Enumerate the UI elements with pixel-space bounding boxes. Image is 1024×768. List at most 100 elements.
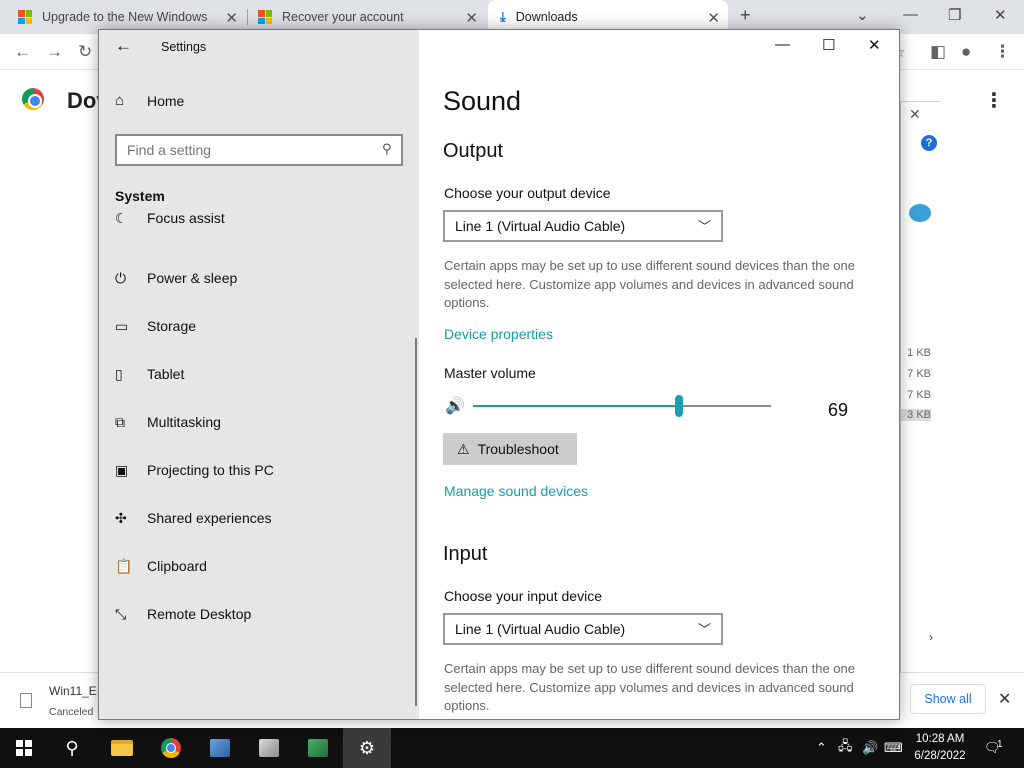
nav-item-label: Tablet bbox=[147, 366, 185, 382]
chrome-logo-icon bbox=[22, 88, 44, 110]
output-device-label: Choose your output device bbox=[444, 185, 611, 201]
more-options-icon[interactable]: ⋮ bbox=[984, 88, 1004, 113]
back-icon[interactable]: ← bbox=[115, 36, 132, 56]
side-panel-icon[interactable]: ◧ bbox=[930, 42, 946, 62]
slider-thumb[interactable] bbox=[675, 395, 683, 417]
nav-item-remote-desktop[interactable]: ⤡ Remote Desktop bbox=[115, 594, 251, 634]
settings-nav-pane: ← Settings ⌂ Home ⚲ System ☾ Focus assis… bbox=[99, 30, 419, 719]
close-tab-icon[interactable]: ✕ bbox=[707, 9, 720, 27]
output-device-dropdown[interactable]: Line 1 (Virtual Audio Cable) ﹀ bbox=[443, 210, 723, 242]
nav-item-label: Shared experiences bbox=[147, 510, 272, 526]
input-note: Certain apps may be set up to use differ… bbox=[444, 661, 855, 713]
power-icon: ⏻ bbox=[115, 269, 127, 286]
settings-app-icon[interactable]: ⚙ bbox=[343, 728, 391, 768]
minimize-icon[interactable]: — bbox=[903, 6, 918, 23]
network-icon[interactable]: 🖧 bbox=[838, 728, 853, 768]
input-device-dropdown[interactable]: Line 1 (Virtual Audio Cable) ﹀ bbox=[443, 613, 723, 645]
nav-item-label: Clipboard bbox=[147, 558, 207, 574]
show-hidden-icons-icon[interactable]: ⌃ bbox=[816, 728, 827, 768]
nav-item-clipboard[interactable]: 📋 Clipboard bbox=[115, 546, 207, 586]
file-icon bbox=[20, 693, 32, 708]
file-size: 7 KB bbox=[907, 389, 931, 401]
file-size: 1 KB bbox=[907, 347, 931, 359]
device-properties-link[interactable]: Device properties bbox=[444, 326, 553, 342]
download-filename[interactable]: Win11_E bbox=[49, 684, 97, 698]
help-icon[interactable]: ? bbox=[921, 135, 937, 151]
find-setting-input[interactable] bbox=[115, 134, 403, 166]
new-tab-icon[interactable]: + bbox=[740, 5, 751, 26]
settings-window: ← Settings ⌂ Home ⚲ System ☾ Focus assis… bbox=[98, 29, 900, 720]
master-volume-slider[interactable] bbox=[473, 395, 771, 417]
clock-time: 10:28 AM bbox=[915, 733, 965, 745]
nav-item-label: Power & sleep bbox=[147, 270, 238, 286]
installer-app-icon[interactable] bbox=[294, 728, 342, 768]
close-tab-icon[interactable]: ✕ bbox=[465, 9, 478, 27]
tab-title: Downloads bbox=[515, 10, 578, 24]
multitasking-icon: ⧉ bbox=[115, 413, 125, 430]
nav-item-focus-assist[interactable]: ☾ Focus assist bbox=[115, 210, 225, 238]
chrome-icon[interactable] bbox=[147, 728, 195, 768]
nav-home[interactable]: ⌂ Home bbox=[115, 92, 184, 109]
tab-title: Upgrade to the New Windows 1 bbox=[42, 10, 212, 24]
start-button[interactable] bbox=[0, 728, 48, 768]
clock-date: 6/28/2022 bbox=[914, 750, 966, 762]
profile-icon[interactable]: ● bbox=[961, 42, 971, 62]
section-label: System bbox=[115, 188, 165, 204]
download-icon: ⤓ bbox=[500, 9, 506, 24]
warning-icon: ⚠ bbox=[457, 440, 470, 457]
nav-item-storage[interactable]: ▭ Storage bbox=[115, 306, 196, 346]
slider-fill bbox=[473, 405, 679, 407]
nav-item-label: Multitasking bbox=[147, 414, 221, 430]
scroll-right-icon[interactable]: › bbox=[929, 630, 933, 644]
sound-settings-pane: — ☐ ✕ Sound Output Choose your output de… bbox=[419, 30, 899, 719]
menu-icon[interactable]: ⋮ bbox=[994, 42, 1011, 62]
window-title: Settings bbox=[161, 40, 207, 54]
back-icon[interactable]: ← bbox=[14, 42, 31, 62]
troubleshoot-label: Troubleshoot bbox=[477, 441, 559, 457]
nav-scrollbar[interactable] bbox=[415, 338, 417, 706]
forward-icon[interactable]: → bbox=[46, 42, 63, 62]
input-heading: Input bbox=[443, 543, 488, 565]
nav-item-shared-experiences[interactable]: ✣ Shared experiences bbox=[115, 498, 272, 538]
reload-icon[interactable]: ↻ bbox=[78, 42, 92, 62]
minimize-icon[interactable]: — bbox=[775, 36, 790, 53]
close-shelf-icon[interactable]: ✕ bbox=[998, 689, 1011, 709]
nav-item-label: Projecting to this PC bbox=[147, 462, 274, 478]
volume-icon[interactable]: 🔊 bbox=[862, 728, 878, 768]
microsoft-logo-icon bbox=[18, 10, 32, 24]
maximize-icon[interactable]: ☐ bbox=[822, 36, 835, 54]
microsoft-logo-icon bbox=[258, 10, 272, 24]
ime-icon[interactable]: ⌨ bbox=[884, 728, 903, 768]
volume-value: 69 bbox=[828, 400, 849, 420]
show-all-button[interactable]: Show all bbox=[910, 684, 986, 714]
page-heading: Sound bbox=[443, 86, 522, 116]
close-tab-icon[interactable]: ✕ bbox=[225, 9, 238, 27]
output-note: Certain apps may be set up to use differ… bbox=[444, 258, 855, 310]
nav-item-label: Remote Desktop bbox=[147, 606, 252, 622]
nav-item-projecting[interactable]: ▣ Projecting to this PC bbox=[115, 450, 274, 490]
close-window-icon[interactable]: ✕ bbox=[994, 6, 1007, 24]
nav-item-tablet[interactable]: ▯ Tablet bbox=[115, 354, 184, 394]
close-icon[interactable]: ✕ bbox=[868, 36, 881, 54]
nav-list: ☾ Focus assist ⏻ Power & sleep ▭ Storage… bbox=[99, 210, 415, 719]
tab-separator bbox=[247, 9, 248, 25]
speaker-icon[interactable]: 🔊 bbox=[445, 396, 465, 416]
download-status: Canceled bbox=[49, 706, 94, 718]
chevron-down-icon: ﹀ bbox=[697, 622, 711, 637]
search-icon[interactable]: ⚲ bbox=[48, 728, 96, 768]
app-icon bbox=[909, 204, 931, 222]
nav-item-multitasking[interactable]: ⧉ Multitasking bbox=[115, 402, 221, 442]
tablet-icon: ▯ bbox=[115, 365, 123, 382]
tab-search-icon[interactable]: ⌄ bbox=[856, 6, 869, 24]
network-app-icon[interactable] bbox=[196, 728, 244, 768]
manage-sound-devices-link[interactable]: Manage sound devices bbox=[444, 483, 588, 499]
troubleshoot-button[interactable]: ⚠ Troubleshoot bbox=[443, 433, 577, 465]
clock[interactable]: 10:28 AM 6/28/2022 bbox=[905, 731, 975, 765]
shared-experiences-icon: ✣ bbox=[115, 509, 127, 526]
monitor-app-icon[interactable] bbox=[245, 728, 293, 768]
nav-item-power-sleep[interactable]: ⏻ Power & sleep bbox=[115, 258, 237, 298]
restore-icon[interactable]: ❐ bbox=[948, 6, 961, 24]
file-explorer-icon[interactable] bbox=[98, 728, 146, 768]
close-icon[interactable]: ✕ bbox=[909, 106, 921, 123]
tab-title: Recover your account bbox=[282, 10, 404, 24]
